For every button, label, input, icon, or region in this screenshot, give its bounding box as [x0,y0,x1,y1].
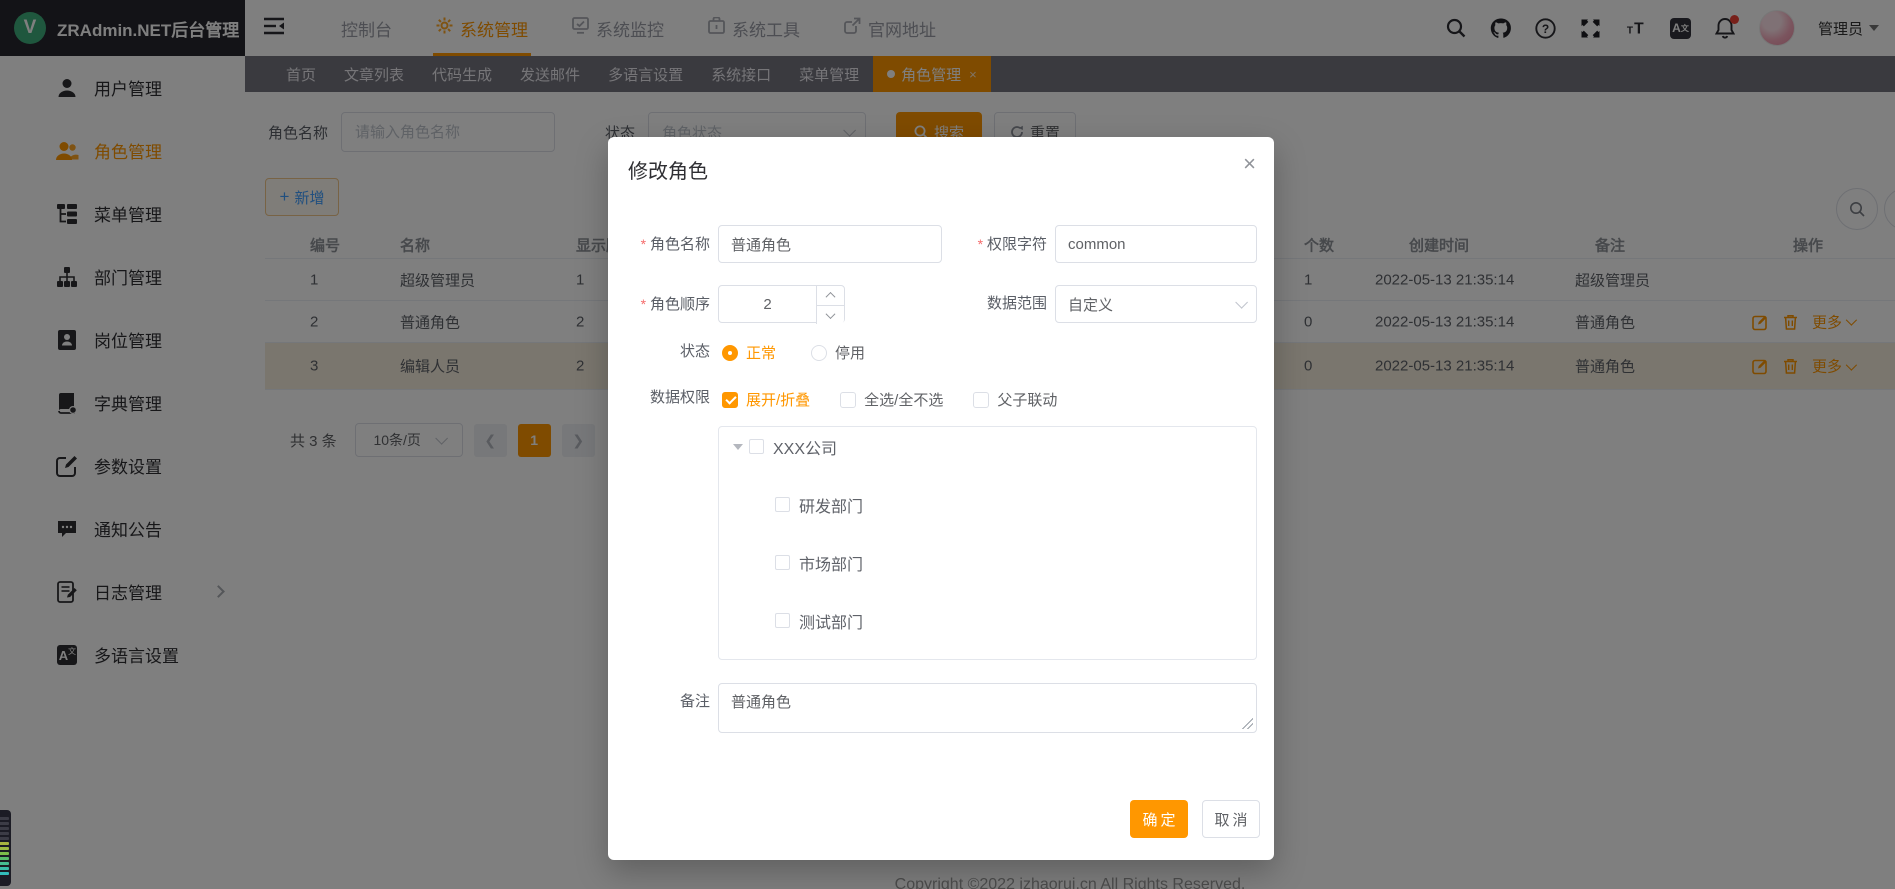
dialog-title: 修改角色 [628,155,708,184]
role-name-input[interactable] [718,225,942,263]
cancel-button-label: 取消 [1214,809,1250,830]
checkbox-icon [973,392,989,408]
remark-textarea[interactable] [718,683,1257,733]
tree-node-child[interactable]: 研发部门 [719,490,1256,519]
radio-label: 正常 [746,342,776,363]
radio-icon [811,345,827,361]
checkbox-label: 展开/折叠 [746,389,810,410]
tree-node-child[interactable]: 测试部门 [719,606,1256,635]
role-key-label: 权限字符 [948,225,1047,264]
radio-normal[interactable]: 正常 [722,342,776,363]
remark-label: 备注 [608,683,710,721]
checkbox-label: 全选/全不选 [864,389,943,410]
data-scope-select[interactable]: 自定义 [1055,285,1257,323]
checkbox-icon [722,392,738,408]
tree-node-label: 研发部门 [799,493,863,517]
data-permission-label: 数据权限 [608,379,710,417]
chevron-down-icon [1235,296,1248,309]
radio-label: 停用 [835,342,865,363]
increase-button[interactable] [816,286,844,305]
role-order-label: 角色顺序 [608,285,710,324]
data-scope-value: 自定义 [1068,294,1113,315]
department-tree: XXX公司 研发部门 市场部门 测试部门 财务部门 XXX杭州分公司 研发部门 [718,426,1257,660]
edit-role-dialog: 修改角色 × 角色名称 权限字符 角色顺序 2 数据范围 自定义 状态 正常 停… [608,137,1274,860]
data-scope-label: 数据范围 [948,285,1047,323]
permission-options: 展开/折叠 全选/全不选 父子联动 [722,389,1057,410]
cancel-button[interactable]: 取消 [1202,800,1260,838]
tree-node-child[interactable]: 市场部门 [719,548,1256,577]
role-order-stepper[interactable]: 2 [718,285,845,323]
radio-disabled[interactable]: 停用 [811,342,865,363]
confirm-button[interactable]: 确定 [1130,800,1188,838]
role-key-input[interactable] [1055,225,1257,263]
checkbox-parent-child-link[interactable]: 父子联动 [973,389,1057,410]
status-radio-group: 正常 停用 [722,342,865,363]
tree-node-parent[interactable]: XXX公司 [719,432,1256,461]
tree-node-label: XXX公司 [773,435,837,459]
role-name-label: 角色名称 [608,225,710,264]
checkbox-icon[interactable] [775,497,790,512]
checkbox-select-all[interactable]: 全选/全不选 [840,389,943,410]
checkbox-icon[interactable] [775,555,790,570]
tree-node-label: 测试部门 [799,609,863,633]
caret-down-icon[interactable] [733,444,743,450]
close-icon[interactable]: × [1243,153,1256,175]
resize-handle[interactable] [1242,718,1253,729]
role-order-value: 2 [719,286,816,322]
radio-icon [722,345,738,361]
checkbox-expand-collapse[interactable]: 展开/折叠 [722,389,810,410]
status-label: 状态 [608,333,710,371]
checkbox-icon[interactable] [775,613,790,628]
decrease-button[interactable] [816,305,844,324]
checkbox-icon [840,392,856,408]
checkbox-icon[interactable] [749,439,764,454]
tree-node-label: 市场部门 [799,551,863,575]
confirm-button-label: 确定 [1142,809,1178,830]
stats-meter-widget [0,810,11,886]
checkbox-label: 父子联动 [997,389,1057,410]
